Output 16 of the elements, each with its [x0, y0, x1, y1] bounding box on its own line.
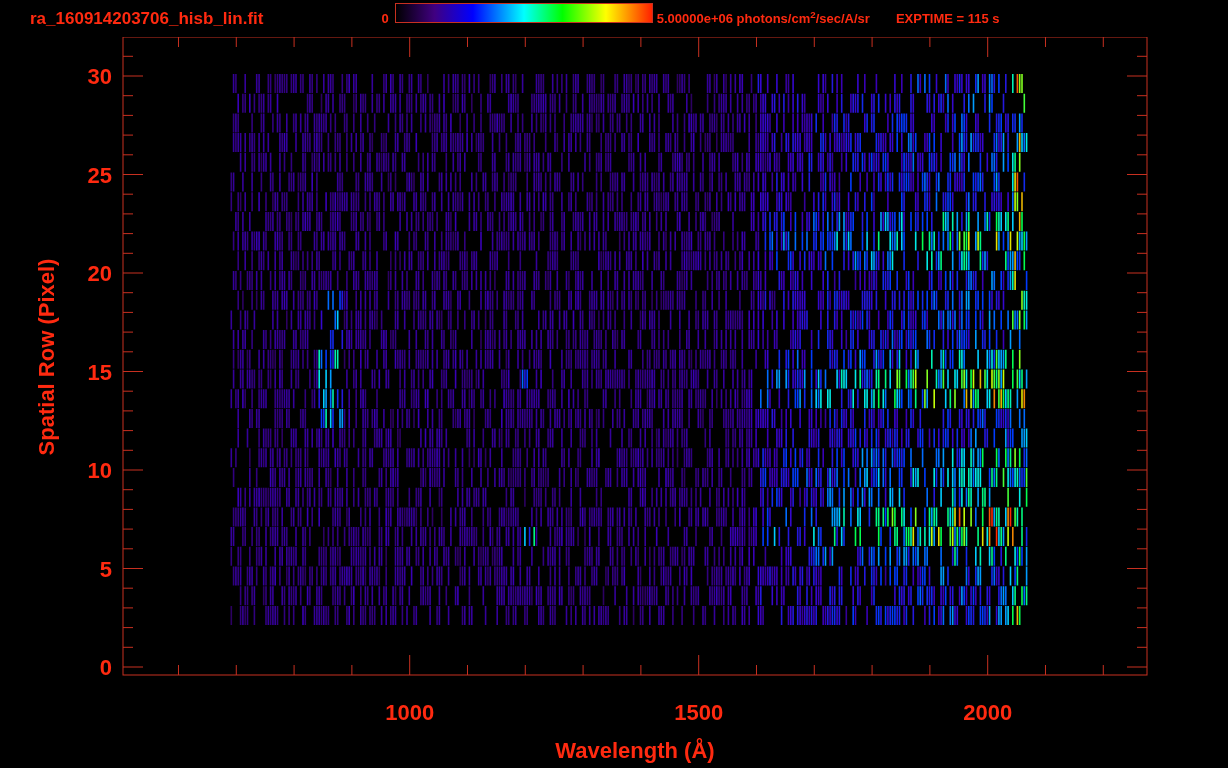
y-tick-label: 25 [87, 162, 112, 188]
y-tick-label: 10 [87, 458, 112, 483]
x-axis-label: Wavelength (Å) [555, 738, 715, 763]
y-tick-label: 30 [87, 64, 112, 89]
y-tick-label: 15 [87, 359, 112, 385]
x-tick-label: 2000 [963, 700, 1013, 725]
colorbar-max-label: 5.00000e+06 photons/cm$^{2}$/sec/A/sr [656, 8, 870, 28]
x-tick-label: 1000 [385, 700, 435, 725]
y-tick-label: 5 [99, 556, 112, 582]
y-axis-label: Spatial Row (Pixel) [34, 258, 59, 456]
exposure-time: EXPTIME = 115 s [895, 9, 1000, 28]
y-tick-label: 20 [87, 261, 112, 286]
file-title: ra_160914203706_hisb_lin.fit [30, 7, 264, 30]
colorbar-min-label: 0 [381, 9, 389, 28]
x-tick-label: 1500 [674, 700, 724, 725]
y-tick-label: 0 [99, 655, 112, 680]
